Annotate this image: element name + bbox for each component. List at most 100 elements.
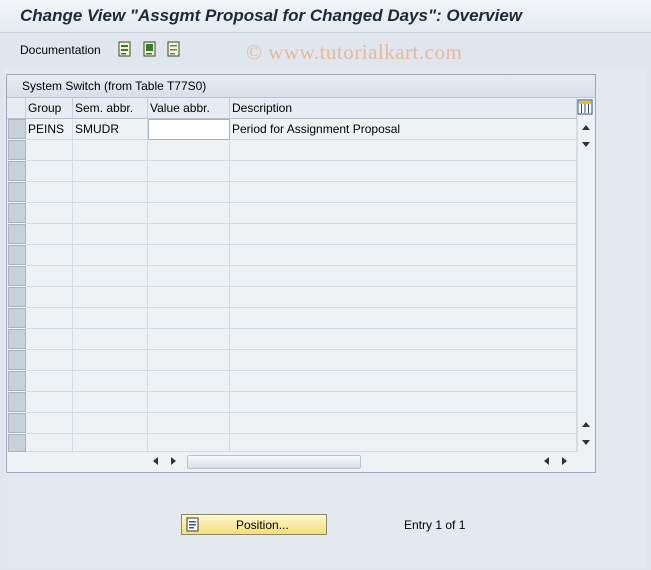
table-cell — [73, 224, 148, 245]
table-cell — [73, 266, 148, 287]
table-cell — [148, 308, 230, 329]
table-cell — [230, 224, 577, 245]
table-cell — [230, 329, 577, 350]
table-cell — [26, 392, 73, 413]
table-cell — [26, 140, 73, 161]
position-button[interactable]: Position... — [181, 514, 327, 535]
scroll-left-end-icon[interactable] — [544, 457, 549, 465]
table-cell — [148, 413, 230, 434]
table-cell — [230, 287, 577, 308]
table-cell — [230, 413, 577, 434]
cell-description: Period for Assignment Proposal — [230, 119, 577, 140]
documentation-button[interactable]: Documentation — [20, 43, 101, 57]
table-cell — [26, 182, 73, 203]
table-cell — [148, 392, 230, 413]
cell-sem-abbr: SMUDR — [73, 119, 148, 140]
row-selector[interactable] — [8, 371, 26, 391]
row-selector[interactable] — [8, 413, 26, 433]
table-control: System Switch (from Table T77S0) Group S… — [6, 74, 596, 473]
table-cell — [73, 308, 148, 329]
table-cell — [26, 308, 73, 329]
table-cell — [148, 224, 230, 245]
table-cell — [26, 413, 73, 434]
row-selector[interactable] — [8, 203, 26, 223]
table-cell — [73, 371, 148, 392]
table-cell — [148, 203, 230, 224]
row-selector[interactable] — [8, 350, 26, 370]
row-selector[interactable] — [8, 224, 26, 244]
scroll-left-icon[interactable] — [153, 457, 158, 465]
row-selector[interactable] — [8, 287, 26, 307]
table-cell — [73, 287, 148, 308]
row-selector[interactable] — [8, 434, 26, 452]
table-cell — [26, 203, 73, 224]
scroll-page-up-icon[interactable] — [582, 422, 590, 427]
select-all-icon[interactable] — [118, 41, 132, 57]
table-cell — [148, 371, 230, 392]
value-abbr-input[interactable] — [148, 119, 230, 140]
table-cell — [26, 287, 73, 308]
table-cell — [230, 434, 577, 452]
row-selector[interactable] — [8, 392, 26, 412]
table-cell — [148, 182, 230, 203]
watermark: © www.tutorialkart.com — [246, 40, 463, 64]
row-selector[interactable] — [8, 161, 26, 181]
table-cell — [148, 329, 230, 350]
table-cell — [73, 182, 148, 203]
horizontal-scroll-thumb[interactable] — [187, 455, 361, 469]
entry-counter: Entry 1 of 1 — [404, 518, 466, 532]
table-cell — [148, 161, 230, 182]
horizontal-scrollbar[interactable] — [147, 453, 578, 470]
window-title: Change View "Assgmt Proposal for Changed… — [20, 6, 523, 25]
position-icon — [186, 517, 199, 532]
table-cell — [73, 161, 148, 182]
table-cell — [73, 329, 148, 350]
deselect-all-icon[interactable] — [167, 41, 181, 57]
table-cell — [230, 203, 577, 224]
scroll-page-down-icon[interactable] — [582, 440, 590, 445]
table-cell — [148, 245, 230, 266]
row-selector[interactable] — [8, 308, 26, 328]
table-cell — [26, 245, 73, 266]
table-header-bar: System Switch (from Table T77S0) — [7, 75, 595, 98]
row-selector[interactable] — [8, 329, 26, 349]
row-selector[interactable] — [8, 245, 26, 265]
column-header-group[interactable]: Group — [26, 98, 73, 119]
select-block-icon[interactable] — [143, 41, 157, 57]
table-cell — [148, 434, 230, 452]
table-cell — [26, 161, 73, 182]
select-all-rows-header[interactable] — [7, 98, 26, 119]
table-cell — [148, 350, 230, 371]
row-selector[interactable] — [8, 140, 26, 160]
application-toolbar: Documentation © www.tutorialkart.com — [0, 33, 651, 67]
column-header-value-abbr[interactable]: Value abbr. — [148, 98, 230, 119]
scroll-up-icon[interactable] — [582, 125, 590, 130]
table-cell — [148, 266, 230, 287]
table-cell — [230, 266, 577, 287]
table-cell — [26, 266, 73, 287]
position-button-label: Position... — [236, 518, 289, 532]
table-cell — [73, 203, 148, 224]
row-selector[interactable] — [8, 266, 26, 286]
table-cell — [73, 434, 148, 452]
scroll-right-end-icon[interactable] — [562, 457, 567, 465]
table-cell — [230, 245, 577, 266]
table-cell — [26, 329, 73, 350]
column-header-sem-abbr[interactable]: Sem. abbr. — [73, 98, 148, 119]
table-cell — [148, 287, 230, 308]
vertical-scrollbar[interactable] — [577, 119, 595, 452]
table-cell — [26, 350, 73, 371]
table-cell — [148, 140, 230, 161]
table-settings-icon[interactable] — [577, 99, 593, 115]
table-cell — [230, 392, 577, 413]
column-header-description[interactable]: Description — [230, 98, 577, 119]
row-selector[interactable] — [8, 182, 26, 202]
scroll-down-icon[interactable] — [582, 142, 590, 147]
row-selector[interactable] — [8, 119, 26, 139]
table-cell — [73, 245, 148, 266]
table-cell — [230, 161, 577, 182]
table-cell — [230, 371, 577, 392]
table-cell — [26, 371, 73, 392]
scroll-right-icon[interactable] — [171, 457, 176, 465]
table-cell — [230, 182, 577, 203]
